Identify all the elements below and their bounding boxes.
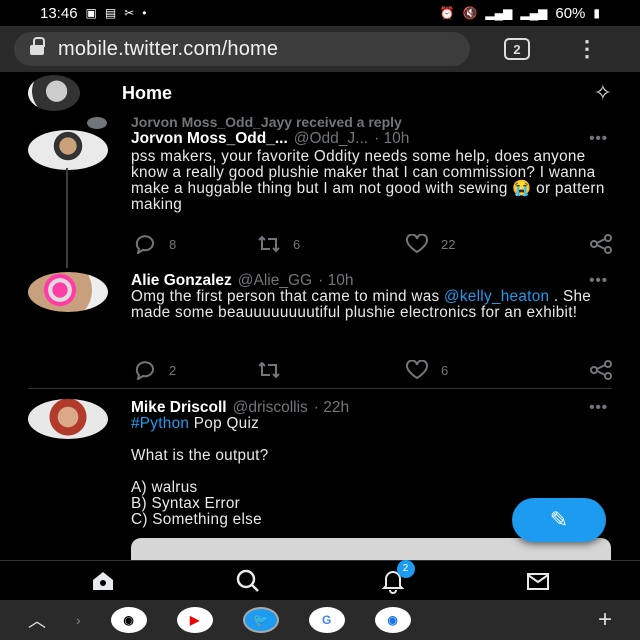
message-icon: ▤ [104, 6, 117, 20]
like-action[interactable]: 6 [405, 360, 555, 380]
scissors-icon: ✂ [124, 6, 135, 20]
quiz-question: What is the output? [131, 447, 269, 464]
reply-context-icon [87, 117, 107, 129]
nav-search[interactable] [228, 566, 268, 596]
hashtag-link[interactable]: #Python [131, 415, 189, 432]
battery-icon: ▮ [593, 6, 600, 20]
share-action[interactable] [589, 234, 613, 254]
small-chevron-icon: › [76, 612, 81, 628]
bottom-nav: 2 [0, 559, 640, 600]
twitter-icon[interactable]: 🐦 [242, 607, 279, 633]
mention-link[interactable]: @kelly_heaton [444, 288, 549, 305]
share-icon [590, 360, 612, 380]
avatar-alie[interactable] [28, 272, 108, 312]
compose-tweet-button[interactable]: ✎ [512, 498, 606, 542]
like-count: 6 [441, 362, 449, 378]
app-icon-eye[interactable]: ◉ [374, 607, 411, 633]
status-time: 13:46 [40, 4, 78, 22]
mail-icon [526, 572, 549, 590]
quiz-option-a: A) walrus [131, 479, 198, 496]
heart-icon [406, 234, 428, 254]
home-header: Home ✧ [0, 72, 640, 114]
retweet-action[interactable]: 6 [257, 234, 405, 254]
more-icon[interactable]: ••• [589, 130, 608, 147]
avatar-mike[interactable] [28, 399, 108, 439]
tweet-actions: 8 6 22 [133, 234, 613, 254]
quiz-title: Pop Quiz [189, 415, 260, 432]
reply-icon [135, 235, 154, 254]
chevron-up-icon[interactable]: ︿ [28, 607, 46, 633]
reply-context: Jorvon Moss_Odd_Jayy received a reply [131, 114, 402, 130]
retweet-icon [258, 361, 280, 379]
dot-icon: • [142, 6, 147, 20]
app-icon-1[interactable]: ◉ [110, 607, 147, 633]
like-action[interactable]: 22 [405, 234, 555, 254]
home-icon [92, 571, 113, 590]
tweet-text: Omg the first person that came to mind w… [131, 289, 621, 321]
tweet-divider [28, 388, 612, 389]
feather-plus-icon: ✎ [549, 507, 569, 532]
lock-icon [30, 37, 45, 55]
mute-icon: 🔇 [462, 6, 478, 20]
browser-toolbar: mobile.twitter.com/home 2 ⋮ [0, 26, 640, 72]
signal-icon-2: ▂▄▆ [520, 6, 548, 20]
tweet-1-header: Jorvon Moss_Odd_... @Odd_J... · 10h [131, 130, 409, 148]
signal-icon: ▂▄▆ [485, 6, 513, 20]
page-title: Home [122, 82, 173, 103]
nav-home[interactable] [83, 566, 123, 596]
gallery-icon: ▣ [85, 6, 97, 20]
google-icon[interactable]: G [308, 607, 345, 633]
add-app-icon[interactable]: + [598, 606, 612, 634]
sparkle-icon[interactable]: ✧ [594, 80, 612, 106]
share-action[interactable] [589, 360, 613, 380]
youtube-icon[interactable]: ▶ [176, 607, 213, 633]
retweet-action[interactable] [257, 360, 405, 380]
author-name[interactable]: Jorvon Moss_Odd_... [131, 130, 288, 148]
alarm-icon: ⏰ [439, 6, 455, 20]
search-icon [236, 569, 259, 592]
tabs-button[interactable]: 2 [504, 38, 530, 60]
nav-messages[interactable] [518, 566, 558, 596]
avatar-jorvon[interactable] [28, 130, 108, 170]
tweet-text: pss makers, your favorite Oddity needs s… [131, 148, 605, 213]
browser-menu-icon[interactable]: ⋮ [576, 38, 598, 60]
reply-icon [135, 361, 154, 380]
share-icon [590, 234, 612, 254]
more-icon[interactable]: ••• [589, 399, 608, 416]
reply-action[interactable]: 8 [133, 234, 257, 254]
tweet-actions: 2 6 [133, 360, 613, 380]
retweet-icon [258, 235, 280, 253]
more-icon[interactable]: ••• [589, 272, 608, 289]
tweet-text-start: Omg the first person that came to mind w… [131, 288, 445, 305]
edge-panel-bar: ︿ › ◉ ▶ 🐦 G ◉ + [0, 600, 640, 640]
address-bar[interactable]: mobile.twitter.com/home [14, 32, 470, 66]
battery-level: 60% [555, 4, 586, 22]
author-handle[interactable]: @Odd_J... [294, 130, 368, 148]
notification-badge: 2 [396, 559, 415, 578]
heart-icon [406, 360, 428, 380]
reply-count: 2 [169, 362, 177, 378]
tweet-time: · 10h [374, 130, 410, 147]
like-count: 22 [441, 236, 456, 252]
reply-action[interactable]: 2 [133, 360, 257, 380]
profile-avatar[interactable] [28, 75, 80, 111]
reply-count: 8 [169, 236, 177, 252]
thread-line [66, 168, 68, 268]
nav-notifications[interactable]: 2 [373, 559, 415, 596]
retweet-count: 6 [293, 236, 301, 252]
status-bar: 13:46 ▣ ▤ ✂ • ⏰ 🔇 ▂▄▆ ▂▄▆ 60% ▮ [0, 0, 640, 26]
tweet-time: · 22h [313, 399, 350, 416]
url-text: mobile.twitter.com/home [58, 37, 279, 60]
